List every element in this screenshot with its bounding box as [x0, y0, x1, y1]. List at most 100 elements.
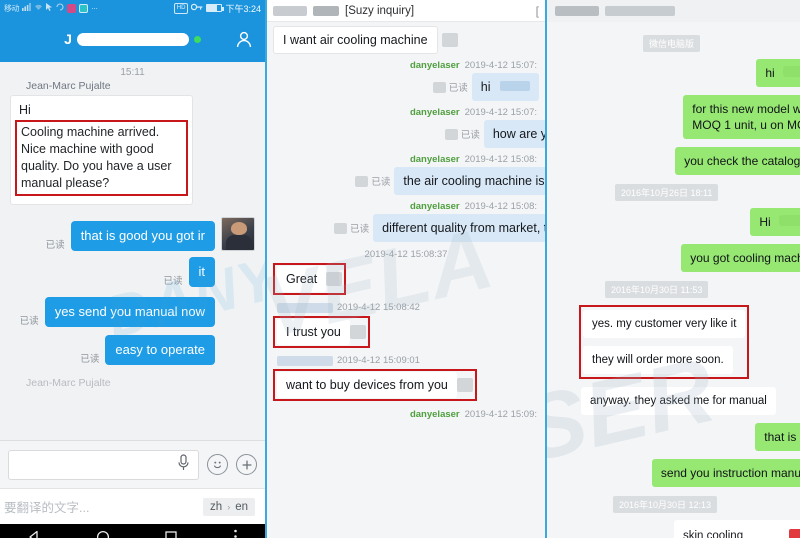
file-attachment-card[interactable]: skin cooling device-instruction ... 523.…	[674, 520, 800, 538]
system-timestamp: 2016年10月30日 11:53	[605, 281, 709, 298]
highlight-box: want to buy devices from you	[273, 369, 477, 401]
outgoing-message-bubble[interactable]: send you instruction manual la	[651, 459, 800, 487]
incoming-message-bubble[interactable]: they will order more soon.	[583, 346, 733, 374]
incoming-message-bubble[interactable]: I trust you	[277, 319, 350, 345]
outgoing-message-row: 已读 easy to operate	[10, 335, 255, 365]
redaction-bar	[555, 6, 599, 16]
read-label: 已读	[350, 224, 370, 235]
outgoing-message-bubble[interactable]: it	[188, 257, 215, 287]
status-thumb-icon	[444, 128, 458, 140]
incoming-message-bubble[interactable]: anyway. they asked me for manual	[581, 387, 776, 415]
status-thumb-icon	[355, 175, 369, 187]
incoming-message-bubble[interactable]: Great	[277, 266, 327, 292]
message-row: for this new model we sell: u MOQ 1 unit…	[555, 95, 800, 139]
incoming-message-bubble[interactable]: want to buy devices from you	[277, 372, 457, 398]
profile-icon[interactable]	[235, 30, 253, 48]
pdf-file-icon: PDF	[789, 529, 800, 538]
read-receipt: 已读	[334, 221, 369, 235]
message-row: yes. my customer very like it	[583, 310, 746, 338]
system-timestamp-row: 2016年10月26日 18:11	[555, 183, 792, 201]
outgoing-message-bubble[interactable]: yes send you manual now	[44, 297, 215, 327]
sender-name: danyelaser	[409, 409, 460, 420]
sender-name: danyelaser	[409, 154, 460, 165]
message-text: hi	[765, 66, 775, 80]
sender-name: danyelaser	[409, 60, 460, 71]
mic-icon[interactable]	[177, 453, 190, 476]
message-sender-name: Jean-Marc Pujalte	[26, 80, 111, 92]
message-row: 已读 different quality from market, trust …	[273, 214, 545, 242]
message-row: that is go	[555, 423, 800, 451]
outgoing-message-bubble[interactable]: hi	[756, 59, 800, 87]
redaction-bar	[76, 32, 189, 46]
emoji-icon[interactable]	[207, 454, 228, 475]
incoming-message-bubble[interactable]: I want air cooling machine	[273, 26, 438, 54]
outgoing-message-row: 已读 yes send you manual now	[10, 297, 255, 327]
message-timestamp: 2019-4-12 15:08:42	[337, 302, 420, 313]
wechat-header	[547, 0, 800, 22]
translate-input[interactable]: 要翻译的文字...	[4, 497, 89, 516]
outgoing-message-bubble[interactable]: that is good you got ir	[70, 221, 215, 251]
outgoing-message-bubble[interactable]: the air cooling machine is best u	[394, 167, 545, 195]
sender-name: danyelaser	[409, 107, 460, 118]
message-row: I want air cooling machine	[273, 26, 539, 54]
system-label-row: 微信电脑版	[555, 34, 792, 52]
cursor-icon	[46, 3, 53, 13]
back-icon[interactable]	[27, 530, 41, 538]
redaction-bar	[500, 81, 530, 91]
message-timestamp: 2019-4-12 15:08:	[464, 154, 537, 165]
message-row: you got cooling machin	[555, 244, 800, 272]
app-pink-icon	[67, 3, 76, 13]
outgoing-message-bubble[interactable]: you got cooling machin	[681, 244, 800, 272]
read-label: 已读	[371, 177, 391, 188]
redaction-bar	[605, 6, 675, 16]
phone-screenshot-panel: 移动 ··· HD 下午3:24 J DANYE 15:11 Jean-Marc…	[0, 0, 265, 538]
redaction-bar	[779, 215, 800, 226]
expand-icon[interactable]: [	[536, 4, 539, 18]
message-row: send you instruction manual la	[555, 459, 800, 487]
wechat-chat-body: SER 微信电脑版 hi for this new model we sell:…	[547, 22, 800, 538]
outgoing-message-bubble[interactable]: for this new model we sell: u MOQ 1 unit…	[683, 95, 800, 139]
incoming-message-bubble[interactable]: yes. my customer very like it	[583, 310, 746, 338]
outgoing-message-bubble[interactable]: how are yo	[483, 120, 545, 148]
highlight-box: Great	[273, 263, 347, 295]
message-row: 已读 hi	[273, 73, 539, 101]
plus-icon[interactable]	[236, 454, 257, 475]
attachment-thumb-icon	[326, 272, 343, 286]
avatar[interactable]	[221, 217, 255, 251]
message-row: Great	[273, 263, 539, 295]
recents-icon[interactable]	[164, 530, 178, 538]
message-timestamp: 2019-4-12 15:09:01	[337, 355, 420, 366]
hd-icon: HD	[173, 2, 189, 14]
read-receipt: 已读	[432, 80, 468, 94]
outgoing-message-row: 已读 that is good you got ir	[10, 217, 255, 251]
home-icon[interactable]	[96, 530, 110, 538]
outgoing-message-bubble[interactable]: different quality from market, trust m	[373, 214, 545, 242]
outgoing-message-bubble[interactable]: hi	[471, 73, 539, 101]
outgoing-message-bubble[interactable]: you check the catalogue for	[675, 147, 800, 175]
message-input[interactable]	[8, 449, 199, 480]
system-timestamp: 2016年10月26日 18:11	[615, 184, 719, 201]
attachment-thumb-icon	[441, 33, 458, 47]
file-name: skin cooling device-instruction ...	[683, 530, 744, 538]
outgoing-message-row: 已读 it	[10, 257, 255, 287]
language-to: en	[235, 500, 248, 513]
message-meta: danyelaser 2019-4-12 15:08:	[273, 154, 537, 165]
menu-icon[interactable]	[233, 529, 238, 538]
android-nav-bar	[0, 524, 265, 538]
incoming-message-row: Hi Cooling machine arrived. Nice machine…	[10, 95, 255, 205]
desktop-chat-panel: [Suzy inquiry] [ VELA I want air cooling…	[265, 0, 545, 538]
read-label: 已读	[460, 130, 480, 141]
outgoing-message-bubble[interactable]: easy to operate	[105, 335, 215, 365]
incoming-message-bubble[interactable]: Hi Cooling machine arrived. Nice machine…	[10, 95, 193, 205]
outgoing-message-bubble[interactable]: Hi	[750, 208, 800, 236]
outgoing-message-bubble[interactable]: that is go	[755, 423, 800, 451]
incoming-greeting-text: Hi	[19, 103, 31, 117]
status-left-icons: 移动 ···	[4, 3, 171, 14]
message-meta: danyelaser 2019-4-12 15:09:	[273, 409, 537, 420]
message-text: Hi	[759, 215, 771, 229]
language-selector[interactable]: zh › en	[203, 497, 255, 516]
read-receipt: 已读	[45, 240, 65, 251]
message-timestamp: 2019-4-12 15:09:	[464, 409, 537, 420]
message-meta: danyelaser 2019-4-12 15:08:	[273, 201, 537, 212]
message-row: want to buy devices from you	[273, 369, 539, 401]
